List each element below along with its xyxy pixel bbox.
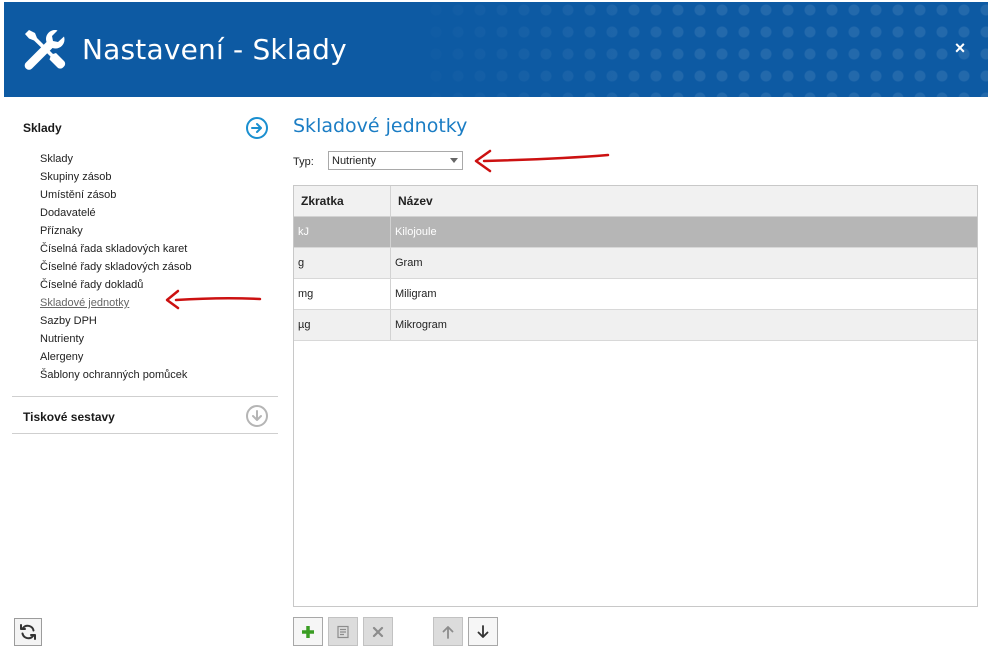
sidebar: Sklady Sklady Skupiny zásob Umístění zás… <box>12 110 278 434</box>
delete-icon <box>372 626 384 637</box>
table-cell: Mikrogram <box>395 319 447 331</box>
chevron-down-icon[interactable] <box>446 152 462 169</box>
window-title: Nastavení - Sklady <box>82 33 347 66</box>
sidebar-item-priznaky[interactable]: Příznaky <box>40 222 278 240</box>
type-select-value: Nutrienty <box>332 154 377 167</box>
close-icon[interactable]: × <box>950 38 970 58</box>
annotation-arrow <box>165 289 262 310</box>
refresh-icon <box>20 624 36 640</box>
table-row[interactable]: g Gram <box>294 248 977 279</box>
page-title: Skladové jednotky <box>293 115 468 137</box>
sidebar-section-label: Sklady <box>23 121 62 135</box>
sidebar-item-ciselna-rada-karet[interactable]: Číselná řada skladových karet <box>40 240 278 258</box>
sidebar-item-umisteni-zasob[interactable]: Umístění zásob <box>40 186 278 204</box>
table-cell: µg <box>294 310 391 340</box>
sidebar-item-dodavatele[interactable]: Dodavatelé <box>40 204 278 222</box>
sidebar-nav-list: Sklady Skupiny zásob Umístění zásob Doda… <box>12 144 278 384</box>
table-cell: Kilojoule <box>395 226 437 238</box>
column-header-nazev[interactable]: Název <box>391 186 977 216</box>
move-down-icon <box>477 624 489 638</box>
sidebar-divider <box>12 433 278 434</box>
sidebar-item-alergeny[interactable]: Alergeny <box>40 348 278 366</box>
move-up-icon <box>442 625 454 639</box>
sidebar-section-tiskove-sestavy[interactable]: Tiskové sestavy <box>12 397 278 433</box>
sidebar-section-sklady[interactable]: Sklady <box>12 110 278 144</box>
type-label: Typ: <box>293 156 314 168</box>
units-table: Zkratka Název kJ Kilojoule g Gram mg Mil… <box>293 185 978 607</box>
add-icon <box>302 625 314 638</box>
table-header: Zkratka Název <box>294 186 977 217</box>
column-header-zkratka[interactable]: Zkratka <box>294 186 391 216</box>
edit-icon <box>337 625 349 638</box>
sidebar-item-sazby-dph[interactable]: Sazby DPH <box>40 312 278 330</box>
refresh-button[interactable] <box>14 618 42 646</box>
table-cell: g <box>294 248 391 278</box>
arrow-down-circle-icon[interactable] <box>246 405 268 427</box>
move-down-button[interactable] <box>468 617 498 646</box>
tools-icon <box>24 30 66 70</box>
table-cell: mg <box>294 279 391 309</box>
sidebar-item-sklady[interactable]: Sklady <box>40 150 278 168</box>
sidebar-item-sablony-pomucek[interactable]: Šablony ochranných pomůcek <box>40 366 278 384</box>
type-select[interactable]: Nutrienty <box>328 151 463 170</box>
sidebar-item-nutrienty[interactable]: Nutrienty <box>40 330 278 348</box>
table-cell: Gram <box>395 257 423 269</box>
sidebar-item-skupiny-zasob[interactable]: Skupiny zásob <box>40 168 278 186</box>
settings-window: Nastavení - Sklady × Sklady Sklady Skupi… <box>0 0 990 658</box>
delete-button[interactable] <box>363 617 393 646</box>
move-up-button[interactable] <box>433 617 463 646</box>
arrow-right-circle-icon[interactable] <box>246 117 268 139</box>
sidebar-section-label: Tiskové sestavy <box>23 410 115 424</box>
table-cell: Miligram <box>395 288 437 300</box>
title-bar: Nastavení - Sklady × <box>4 2 988 97</box>
sidebar-item-ciselne-rady-zasob[interactable]: Číselné řady skladových zásob <box>40 258 278 276</box>
add-button[interactable] <box>293 617 323 646</box>
edit-button[interactable] <box>328 617 358 646</box>
table-row[interactable]: kJ Kilojoule <box>294 217 977 248</box>
table-cell: kJ <box>294 217 391 247</box>
table-row[interactable]: mg Miligram <box>294 279 977 310</box>
annotation-arrow <box>474 149 610 173</box>
table-row[interactable]: µg Mikrogram <box>294 310 977 341</box>
